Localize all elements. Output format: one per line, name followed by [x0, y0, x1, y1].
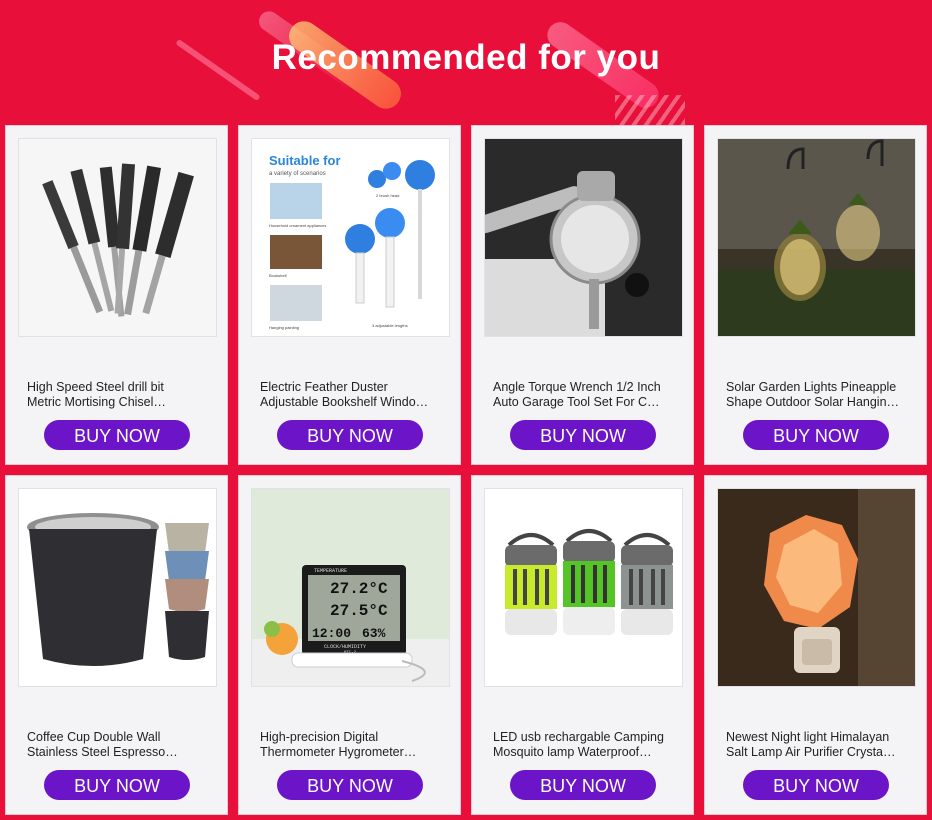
product-title[interactable]: Solar Garden Lights Pineapple Shape Outd…	[726, 380, 911, 410]
svg-text:Household ornament appliances: Household ornament appliances	[269, 223, 326, 228]
buy-now-button[interactable]: BUY NOW	[44, 770, 190, 800]
svg-text:27.5°C: 27.5°C	[330, 602, 388, 620]
product-card[interactable]: LED usb rechargable Camping Mosquito lam…	[471, 475, 694, 815]
svg-text:27.2°C: 27.2°C	[330, 580, 388, 598]
solar-lights-image[interactable]	[717, 138, 916, 337]
buy-now-button[interactable]: BUY NOW	[510, 420, 656, 450]
drill-bits-image[interactable]	[18, 138, 217, 337]
svg-text:2 brush head: 2 brush head	[376, 193, 399, 198]
coffee-cups-image[interactable]	[18, 488, 217, 687]
svg-text:12:00: 12:00	[312, 626, 351, 641]
product-title[interactable]: High Speed Steel drill bit Metric Mortis…	[27, 380, 212, 410]
svg-text:a variety of scenarios: a variety of scenarios	[269, 171, 326, 177]
header-banner: Recommended for you	[0, 0, 932, 125]
torque-wrench-image[interactable]	[484, 138, 683, 337]
product-title[interactable]: Coffee Cup Double Wall Stainless Steel E…	[27, 730, 212, 760]
product-card[interactable]: Suitable for a variety of scenarios Hous…	[238, 125, 461, 465]
product-card[interactable]: TEMPERATURE 27.2°C 27.5°C 12:00 63% CLOC…	[238, 475, 461, 815]
product-card[interactable]: Coffee Cup Double Wall Stainless Steel E…	[5, 475, 228, 815]
svg-text:Hanging painting: Hanging painting	[269, 325, 299, 330]
duster-headline: Suitable for	[269, 153, 341, 168]
buy-now-button[interactable]: BUY NOW	[743, 770, 889, 800]
product-card[interactable]: Solar Garden Lights Pineapple Shape Outd…	[704, 125, 927, 465]
svg-text:3 adjustable lengths: 3 adjustable lengths	[372, 323, 408, 328]
mosquito-lamp-image[interactable]	[484, 488, 683, 687]
buy-now-button[interactable]: BUY NOW	[277, 420, 423, 450]
svg-text:TEMPERATURE: TEMPERATURE	[314, 568, 347, 574]
product-card[interactable]: Newest Night light Himalayan Salt Lamp A…	[704, 475, 927, 815]
svg-text:CLOCK/HUMIDITY: CLOCK/HUMIDITY	[324, 644, 366, 650]
page-title: Recommended for you	[271, 38, 661, 77]
salt-lamp-image[interactable]	[717, 488, 916, 687]
buy-now-button[interactable]: BUY NOW	[510, 770, 656, 800]
feather-duster-image[interactable]: Suitable for a variety of scenarios Hous…	[251, 138, 450, 337]
svg-text:Bookshelf: Bookshelf	[269, 273, 287, 278]
product-card[interactable]: Angle Torque Wrench 1/2 Inch Auto Garage…	[471, 125, 694, 465]
product-title[interactable]: Angle Torque Wrench 1/2 Inch Auto Garage…	[493, 380, 678, 410]
product-title[interactable]: Newest Night light Himalayan Salt Lamp A…	[726, 730, 911, 760]
product-title[interactable]: Electric Feather Duster Adjustable Books…	[260, 380, 445, 410]
buy-now-button[interactable]: BUY NOW	[277, 770, 423, 800]
product-title[interactable]: LED usb rechargable Camping Mosquito lam…	[493, 730, 678, 760]
thermometer-image[interactable]: TEMPERATURE 27.2°C 27.5°C 12:00 63% CLOC…	[251, 488, 450, 687]
buy-now-button[interactable]: BUY NOW	[44, 420, 190, 450]
product-card[interactable]: High Speed Steel drill bit Metric Mortis…	[5, 125, 228, 465]
buy-now-button[interactable]: BUY NOW	[743, 420, 889, 450]
svg-text:63%: 63%	[362, 626, 386, 641]
product-title[interactable]: High-precision Digital Thermometer Hygro…	[260, 730, 445, 760]
